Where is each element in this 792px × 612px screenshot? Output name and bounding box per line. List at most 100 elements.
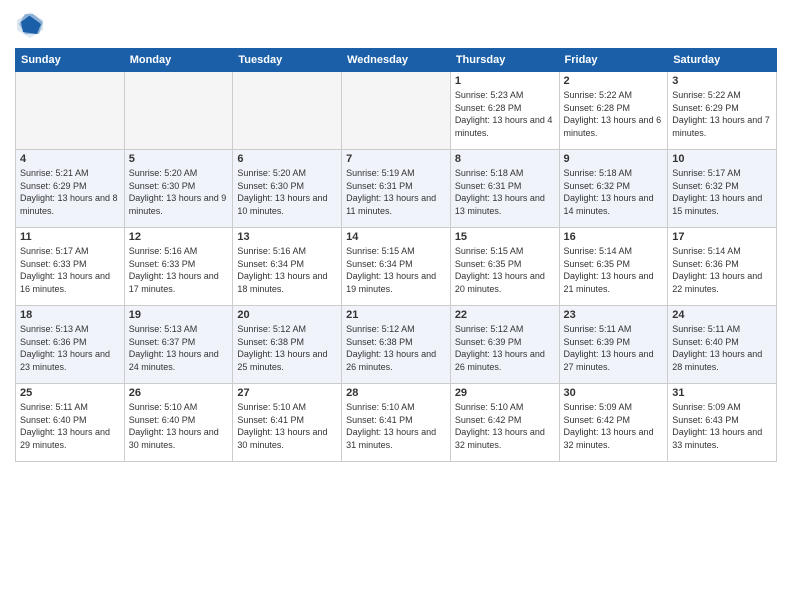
day-number: 7 bbox=[346, 153, 446, 165]
week-row-4: 18 Sunrise: 5:13 AMSunset: 6:36 PMDayligh… bbox=[16, 306, 777, 384]
day-number: 18 bbox=[20, 309, 120, 321]
calendar-cell: 30 Sunrise: 5:09 AMSunset: 6:42 PMDayligh… bbox=[559, 384, 668, 462]
calendar-cell bbox=[16, 72, 125, 150]
day-info: Sunrise: 5:18 AMSunset: 6:32 PMDaylight:… bbox=[564, 167, 664, 217]
calendar-cell bbox=[233, 72, 342, 150]
day-number: 8 bbox=[455, 153, 555, 165]
day-info: Sunrise: 5:09 AMSunset: 6:42 PMDaylight:… bbox=[564, 401, 664, 451]
day-info: Sunrise: 5:17 AMSunset: 6:33 PMDaylight:… bbox=[20, 245, 120, 295]
day-number: 9 bbox=[564, 153, 664, 165]
day-info: Sunrise: 5:11 AMSunset: 6:40 PMDaylight:… bbox=[672, 323, 772, 373]
day-number: 1 bbox=[455, 75, 555, 87]
calendar-cell: 19 Sunrise: 5:13 AMSunset: 6:37 PMDayligh… bbox=[124, 306, 233, 384]
calendar-cell: 8 Sunrise: 5:18 AMSunset: 6:31 PMDaylight… bbox=[450, 150, 559, 228]
calendar-cell: 26 Sunrise: 5:10 AMSunset: 6:40 PMDayligh… bbox=[124, 384, 233, 462]
calendar-cell: 1 Sunrise: 5:23 AMSunset: 6:28 PMDaylight… bbox=[450, 72, 559, 150]
week-row-2: 4Sunrise: 5:21 AMSunset: 6:29 PMDaylight… bbox=[16, 150, 777, 228]
day-info: Sunrise: 5:18 AMSunset: 6:31 PMDaylight:… bbox=[455, 167, 555, 217]
day-number: 10 bbox=[672, 153, 772, 165]
calendar-cell bbox=[124, 72, 233, 150]
day-info: Sunrise: 5:23 AMSunset: 6:28 PMDaylight:… bbox=[455, 89, 555, 139]
day-number: 20 bbox=[237, 309, 337, 321]
day-number: 14 bbox=[346, 231, 446, 243]
day-info: Sunrise: 5:17 AMSunset: 6:32 PMDaylight:… bbox=[672, 167, 772, 217]
day-info: Sunrise: 5:13 AMSunset: 6:36 PMDaylight:… bbox=[20, 323, 120, 373]
calendar-cell: 16 Sunrise: 5:14 AMSunset: 6:35 PMDayligh… bbox=[559, 228, 668, 306]
calendar-cell: 21 Sunrise: 5:12 AMSunset: 6:38 PMDayligh… bbox=[342, 306, 451, 384]
calendar-cell: 27Sunrise: 5:10 AMSunset: 6:41 PMDayligh… bbox=[233, 384, 342, 462]
col-header-sunday: Sunday bbox=[16, 49, 125, 72]
day-info: Sunrise: 5:10 AMSunset: 6:41 PMDaylight:… bbox=[346, 401, 446, 451]
page: SundayMondayTuesdayWednesdayThursdayFrid… bbox=[0, 0, 792, 612]
calendar-header-row: SundayMondayTuesdayWednesdayThursdayFrid… bbox=[16, 49, 777, 72]
day-info: Sunrise: 5:22 AMSunset: 6:29 PMDaylight:… bbox=[672, 89, 772, 139]
day-info: Sunrise: 5:21 AMSunset: 6:29 PMDaylight:… bbox=[20, 167, 120, 217]
day-number: 25 bbox=[20, 387, 120, 399]
day-info: Sunrise: 5:10 AMSunset: 6:40 PMDaylight:… bbox=[129, 401, 229, 451]
calendar-cell: 28 Sunrise: 5:10 AMSunset: 6:41 PMDayligh… bbox=[342, 384, 451, 462]
day-info: Sunrise: 5:11 AMSunset: 6:40 PMDaylight:… bbox=[20, 401, 120, 451]
day-info: Sunrise: 5:16 AMSunset: 6:34 PMDaylight:… bbox=[237, 245, 337, 295]
day-number: 16 bbox=[564, 231, 664, 243]
day-number: 22 bbox=[455, 309, 555, 321]
day-info: Sunrise: 5:10 AMSunset: 6:42 PMDaylight:… bbox=[455, 401, 555, 451]
calendar-cell: 17 Sunrise: 5:14 AMSunset: 6:36 PMDayligh… bbox=[668, 228, 777, 306]
calendar-cell: 24 Sunrise: 5:11 AMSunset: 6:40 PMDayligh… bbox=[668, 306, 777, 384]
day-info: Sunrise: 5:22 AMSunset: 6:28 PMDaylight:… bbox=[564, 89, 664, 139]
day-number: 6 bbox=[237, 153, 337, 165]
calendar-cell: 6 Sunrise: 5:20 AMSunset: 6:30 PMDaylight… bbox=[233, 150, 342, 228]
day-info: Sunrise: 5:16 AMSunset: 6:33 PMDaylight:… bbox=[129, 245, 229, 295]
day-info: Sunrise: 5:20 AMSunset: 6:30 PMDaylight:… bbox=[237, 167, 337, 217]
calendar-cell: 7 Sunrise: 5:19 AMSunset: 6:31 PMDaylight… bbox=[342, 150, 451, 228]
calendar-cell: 5Sunrise: 5:20 AMSunset: 6:30 PMDaylight… bbox=[124, 150, 233, 228]
day-number: 13 bbox=[237, 231, 337, 243]
day-number: 23 bbox=[564, 309, 664, 321]
col-header-tuesday: Tuesday bbox=[233, 49, 342, 72]
day-number: 30 bbox=[564, 387, 664, 399]
logo-icon bbox=[15, 10, 45, 40]
day-number: 2 bbox=[564, 75, 664, 87]
day-number: 17 bbox=[672, 231, 772, 243]
calendar-cell: 25 Sunrise: 5:11 AMSunset: 6:40 PMDayligh… bbox=[16, 384, 125, 462]
day-number: 31 bbox=[672, 387, 772, 399]
day-number: 19 bbox=[129, 309, 229, 321]
day-number: 24 bbox=[672, 309, 772, 321]
week-row-5: 25 Sunrise: 5:11 AMSunset: 6:40 PMDayligh… bbox=[16, 384, 777, 462]
day-info: Sunrise: 5:12 AMSunset: 6:38 PMDaylight:… bbox=[237, 323, 337, 373]
col-header-friday: Friday bbox=[559, 49, 668, 72]
calendar-cell: 15Sunrise: 5:15 AMSunset: 6:35 PMDayligh… bbox=[450, 228, 559, 306]
day-info: Sunrise: 5:14 AMSunset: 6:36 PMDaylight:… bbox=[672, 245, 772, 295]
calendar-cell: 20 Sunrise: 5:12 AMSunset: 6:38 PMDayligh… bbox=[233, 306, 342, 384]
day-info: Sunrise: 5:11 AMSunset: 6:39 PMDaylight:… bbox=[564, 323, 664, 373]
col-header-monday: Monday bbox=[124, 49, 233, 72]
calendar-cell: 23 Sunrise: 5:11 AMSunset: 6:39 PMDayligh… bbox=[559, 306, 668, 384]
calendar-cell: 18 Sunrise: 5:13 AMSunset: 6:36 PMDayligh… bbox=[16, 306, 125, 384]
day-info: Sunrise: 5:14 AMSunset: 6:35 PMDaylight:… bbox=[564, 245, 664, 295]
col-header-wednesday: Wednesday bbox=[342, 49, 451, 72]
day-info: Sunrise: 5:09 AMSunset: 6:43 PMDaylight:… bbox=[672, 401, 772, 451]
day-number: 26 bbox=[129, 387, 229, 399]
calendar-cell: 14Sunrise: 5:15 AMSunset: 6:34 PMDayligh… bbox=[342, 228, 451, 306]
calendar-cell: 4Sunrise: 5:21 AMSunset: 6:29 PMDaylight… bbox=[16, 150, 125, 228]
logo bbox=[15, 10, 49, 40]
calendar-cell: 31 Sunrise: 5:09 AMSunset: 6:43 PMDayligh… bbox=[668, 384, 777, 462]
day-number: 21 bbox=[346, 309, 446, 321]
calendar-cell bbox=[342, 72, 451, 150]
day-number: 11 bbox=[20, 231, 120, 243]
col-header-thursday: Thursday bbox=[450, 49, 559, 72]
calendar-cell: 12Sunrise: 5:16 AMSunset: 6:33 PMDayligh… bbox=[124, 228, 233, 306]
day-info: Sunrise: 5:19 AMSunset: 6:31 PMDaylight:… bbox=[346, 167, 446, 217]
day-number: 28 bbox=[346, 387, 446, 399]
day-info: Sunrise: 5:13 AMSunset: 6:37 PMDaylight:… bbox=[129, 323, 229, 373]
calendar-cell: 10 Sunrise: 5:17 AMSunset: 6:32 PMDayligh… bbox=[668, 150, 777, 228]
day-number: 15 bbox=[455, 231, 555, 243]
day-info: Sunrise: 5:12 AMSunset: 6:38 PMDaylight:… bbox=[346, 323, 446, 373]
day-number: 5 bbox=[129, 153, 229, 165]
calendar-cell: 3 Sunrise: 5:22 AMSunset: 6:29 PMDaylight… bbox=[668, 72, 777, 150]
header bbox=[15, 10, 777, 40]
week-row-3: 11 Sunrise: 5:17 AMSunset: 6:33 PMDayligh… bbox=[16, 228, 777, 306]
col-header-saturday: Saturday bbox=[668, 49, 777, 72]
calendar-cell: 2 Sunrise: 5:22 AMSunset: 6:28 PMDaylight… bbox=[559, 72, 668, 150]
day-info: Sunrise: 5:12 AMSunset: 6:39 PMDaylight:… bbox=[455, 323, 555, 373]
day-number: 3 bbox=[672, 75, 772, 87]
